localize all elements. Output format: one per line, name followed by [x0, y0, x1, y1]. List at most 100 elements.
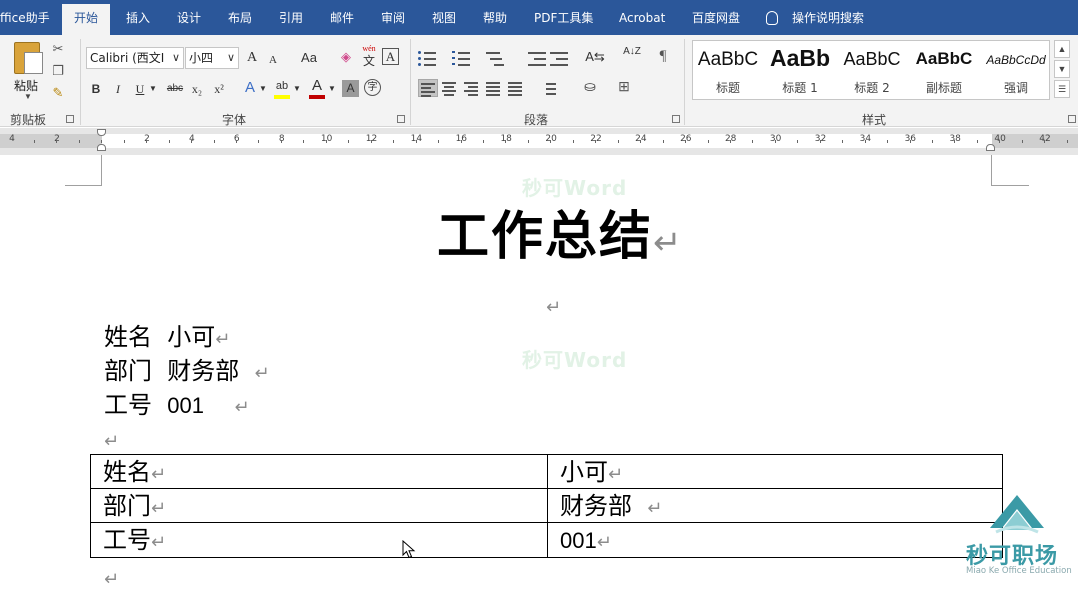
cut-icon[interactable]: ✂ — [50, 41, 66, 57]
tab-references[interactable]: 引用 — [279, 0, 303, 35]
font-size-select[interactable]: 小四 ∨ — [185, 47, 239, 69]
align-right-icon[interactable] — [462, 79, 482, 97]
ruler-tick — [326, 140, 327, 143]
document-title[interactable]: 工作总结↵ — [437, 203, 684, 277]
justify-icon[interactable] — [484, 79, 504, 97]
align-left-icon[interactable] — [418, 79, 438, 97]
paragraph-mark: ↵ — [215, 329, 231, 350]
table-cell-value[interactable]: 小可↵ — [547, 455, 1002, 489]
ruler-tick — [393, 140, 394, 143]
multilevel-list-icon[interactable] — [486, 49, 506, 67]
style-emphasis[interactable]: AaBbCcDd 强调 — [981, 41, 1051, 99]
chevron-down-icon[interactable]: ▼ — [148, 80, 158, 98]
table-cell-value[interactable]: 001↵ — [547, 523, 1002, 557]
superscript-button[interactable]: x² — [210, 80, 228, 98]
shading-bucket-icon[interactable]: ⛀ — [580, 79, 600, 97]
line-spacing-icon[interactable] — [538, 79, 558, 97]
styles-launcher-icon[interactable] — [1068, 115, 1076, 123]
tab-office-helper[interactable]: ffice助手 — [0, 0, 50, 35]
borders-icon[interactable]: ⊞ — [614, 79, 634, 97]
info-line-department[interactable]: 部门 财务部 ↵ — [104, 354, 270, 391]
clipboard-launcher-icon[interactable] — [66, 115, 74, 123]
tab-review[interactable]: 审阅 — [381, 0, 405, 35]
phonetic-guide-char[interactable]: 文 — [360, 54, 378, 68]
tab-insert[interactable]: 插入 — [126, 0, 150, 35]
style-heading-1[interactable]: AaBb 标题 1 — [765, 41, 835, 99]
increase-indent-icon[interactable] — [550, 49, 570, 67]
paragraph-launcher-icon[interactable] — [672, 115, 680, 123]
tab-mailings[interactable]: 邮件 — [330, 0, 354, 35]
tab-view[interactable]: 视图 — [432, 0, 456, 35]
font-name-select[interactable]: Calibri (西文I ∨ — [86, 47, 184, 69]
clear-formatting-icon[interactable]: ◈ — [338, 49, 354, 65]
first-line-indent-marker[interactable] — [97, 129, 106, 136]
tab-help[interactable]: 帮助 — [483, 0, 507, 35]
info-line-id[interactable]: 工号 001 ↵ — [104, 388, 250, 425]
empty-paragraph[interactable]: ↵ — [104, 560, 119, 597]
highlight-button[interactable]: ab — [272, 77, 292, 95]
change-case-button[interactable]: Aa — [294, 49, 324, 67]
format-painter-icon[interactable]: ✎ — [50, 85, 66, 101]
hanging-indent-marker[interactable] — [97, 144, 106, 151]
show-marks-icon[interactable]: ¶ — [654, 47, 672, 65]
character-border-button[interactable]: A — [382, 48, 399, 65]
subscript-button[interactable]: x₂ — [188, 80, 206, 98]
chevron-down-icon[interactable]: ▼ — [327, 80, 337, 98]
bullets-icon[interactable] — [418, 49, 438, 67]
chevron-down-icon[interactable]: ▼ — [258, 80, 268, 98]
ruler-tick — [34, 140, 35, 143]
info-table[interactable]: 姓名↵ 小可↵ 部门↵ 财务部 ↵ 工号↵ 001↵ — [90, 454, 1003, 558]
font-color-button[interactable]: A — [308, 77, 326, 95]
sort-button[interactable]: A↓Z — [622, 47, 642, 57]
styles-scroll-down-icon[interactable]: ▼ — [1054, 60, 1070, 78]
ruler-tick — [505, 140, 506, 143]
tab-baidu-drive[interactable]: 百度网盘 — [692, 0, 740, 35]
styles-more-icon[interactable]: ☰ — [1054, 80, 1070, 98]
decrease-indent-icon[interactable] — [528, 49, 548, 67]
paste-icon[interactable] — [14, 42, 43, 74]
grow-font-button[interactable]: A — [244, 49, 260, 67]
tab-layout[interactable]: 布局 — [228, 0, 252, 35]
table-cell-label[interactable]: 工号↵ — [91, 523, 547, 557]
underline-button[interactable]: U — [132, 80, 148, 98]
character-shading-button[interactable]: A — [342, 80, 359, 97]
font-launcher-icon[interactable] — [397, 115, 405, 123]
tab-design[interactable]: 设计 — [177, 0, 201, 35]
ruler-tick — [483, 140, 484, 143]
info-line-name[interactable]: 姓名 小可↵ — [104, 320, 230, 357]
cell-end-mark: ↵ — [151, 464, 167, 485]
ruler-tick — [640, 140, 641, 143]
table-cell-label[interactable]: 部门↵ — [91, 489, 547, 523]
chinese-layout-icon[interactable]: A⇆ — [582, 48, 608, 66]
style-title[interactable]: AaBbC 标题 — [693, 41, 763, 99]
strikethrough-button[interactable]: abc — [164, 80, 186, 98]
tell-me-search[interactable]: 操作说明搜索 — [766, 0, 864, 35]
text-effects-button[interactable]: A — [242, 79, 258, 97]
phonetic-guide-button[interactable]: wén — [360, 44, 378, 54]
font-size-value: 小四 — [189, 51, 214, 65]
mouse-pointer-icon — [402, 540, 416, 559]
table-cell-value[interactable]: 财务部 ↵ — [547, 489, 1002, 523]
numbering-icon[interactable] — [452, 49, 472, 67]
shrink-font-button[interactable]: A — [266, 51, 280, 69]
chevron-down-icon[interactable]: ▼ — [24, 92, 32, 101]
style-heading-2[interactable]: AaBbC 标题 2 — [837, 41, 907, 99]
horizontal-ruler[interactable]: 4 2 2 4 6 8 10 12 14 16 18 20 22 24 26 28 30 32 34 36 38 40 42 — [0, 128, 1078, 155]
italic-button[interactable]: I — [110, 80, 126, 98]
cell-text: 部门 — [103, 492, 151, 520]
tab-home[interactable]: 开始 — [62, 4, 111, 35]
copy-icon[interactable]: ❐ — [50, 63, 66, 79]
align-center-icon[interactable] — [440, 79, 460, 97]
table-cell-label[interactable]: 姓名↵ — [91, 455, 547, 489]
distributed-icon[interactable] — [506, 79, 526, 97]
empty-paragraph[interactable]: ↵ — [546, 288, 561, 325]
tab-pdf-tools[interactable]: PDF工具集 — [534, 0, 593, 35]
enclose-characters-button[interactable]: 字 — [364, 79, 381, 96]
styles-scroll-up-icon[interactable]: ▲ — [1054, 40, 1070, 58]
style-subtitle[interactable]: AaBbC 副标题 — [909, 41, 979, 99]
bold-button[interactable]: B — [88, 80, 104, 98]
ruler-tick — [550, 140, 551, 143]
tab-acrobat[interactable]: Acrobat — [619, 0, 665, 35]
right-indent-marker[interactable] — [986, 144, 995, 151]
chevron-down-icon[interactable]: ▼ — [292, 80, 302, 98]
